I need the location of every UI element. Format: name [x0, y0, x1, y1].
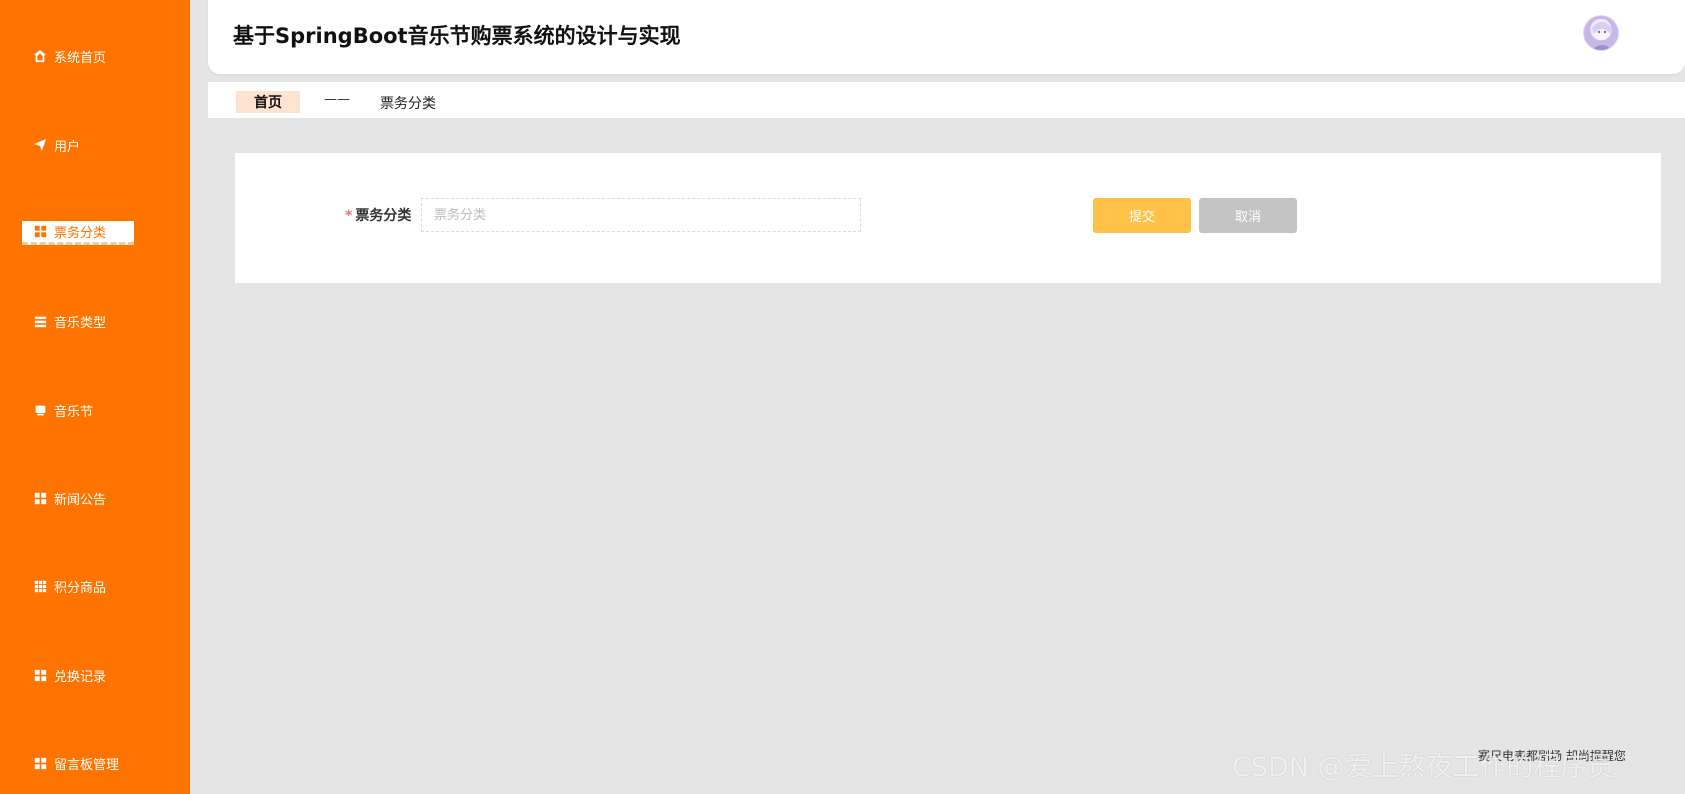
grid-icon [32, 490, 48, 506]
sidebar-item-label: 积分商品 [54, 580, 107, 596]
send-icon [32, 137, 48, 153]
sidebar-item-music-festival[interactable]: 音乐节 [22, 398, 134, 422]
ticket-category-label-text: 票务分类 [355, 208, 412, 224]
required-mark: * [345, 208, 353, 224]
sidebar-item-label: 票务分类 [54, 226, 107, 241]
sidebar-item-label: 留言板管理 [54, 757, 120, 773]
ticket-category-label: * 票务分类 [345, 205, 411, 225]
grid-icon [32, 755, 48, 771]
sidebar-item-message-board[interactable]: 留言板管理 [22, 751, 134, 775]
sidebar-item-exchange-records[interactable]: 兑换记录 [22, 663, 134, 687]
sidebar: 系统首页 用户 票务分类 音乐类型 音乐节 新闻公告 积分商品 兑换记录 留言板… [0, 0, 190, 794]
sidebar-item-music-type[interactable]: 音乐类型 [22, 309, 134, 333]
sidebar-item-label: 新闻公告 [54, 492, 107, 508]
submit-button[interactable]: 提交 [1093, 198, 1191, 233]
ticket-category-form: *票务分类 提交 取消 [235, 153, 1661, 283]
home-icon [32, 48, 48, 64]
sidebar-item-home[interactable]: 系统首页 [22, 44, 134, 68]
watermark-text: CSDN @爱上熬夜工作的程序员 [1232, 752, 1615, 783]
page-title: 基于SpringBoot音乐节购票系统的设计与实现 [233, 24, 681, 48]
sidebar-item-label: 音乐类型 [54, 315, 107, 331]
ticket-category-input[interactable] [421, 198, 861, 232]
sidebar-item-ticket-category[interactable]: 票务分类 [22, 221, 134, 245]
avatar[interactable] [1583, 15, 1619, 51]
avatar-image-icon [1591, 22, 1613, 50]
app-root: 系统首页 用户 票务分类 音乐类型 音乐节 新闻公告 积分商品 兑换记录 留言板… [0, 0, 1685, 794]
table-icon [32, 578, 48, 594]
monitor-icon [32, 402, 48, 418]
sidebar-item-news[interactable]: 新闻公告 [22, 486, 134, 510]
breadcrumb-separator: —— [324, 92, 350, 107]
breadcrumb-current: 票务分类 [380, 96, 436, 112]
cancel-button[interactable]: 取消 [1199, 198, 1297, 233]
sidebar-item-users[interactable]: 用户 [22, 133, 134, 157]
grid-icon [32, 224, 48, 240]
sidebar-item-label: 兑换记录 [54, 669, 107, 685]
breadcrumb-home-link[interactable]: 首页 [236, 91, 300, 113]
sidebar-item-points-goods[interactable]: 积分商品 [22, 574, 134, 598]
list-icon [32, 313, 48, 329]
grid-icon [32, 667, 48, 683]
sidebar-item-label: 用户 [54, 139, 81, 155]
sidebar-item-label: 音乐节 [54, 404, 94, 420]
sidebar-item-label: 系统首页 [54, 50, 107, 66]
top-header: 基于SpringBoot音乐节购票系统的设计与实现 [208, 0, 1685, 74]
breadcrumb: 首页 —— 票务分类 [208, 82, 1685, 118]
